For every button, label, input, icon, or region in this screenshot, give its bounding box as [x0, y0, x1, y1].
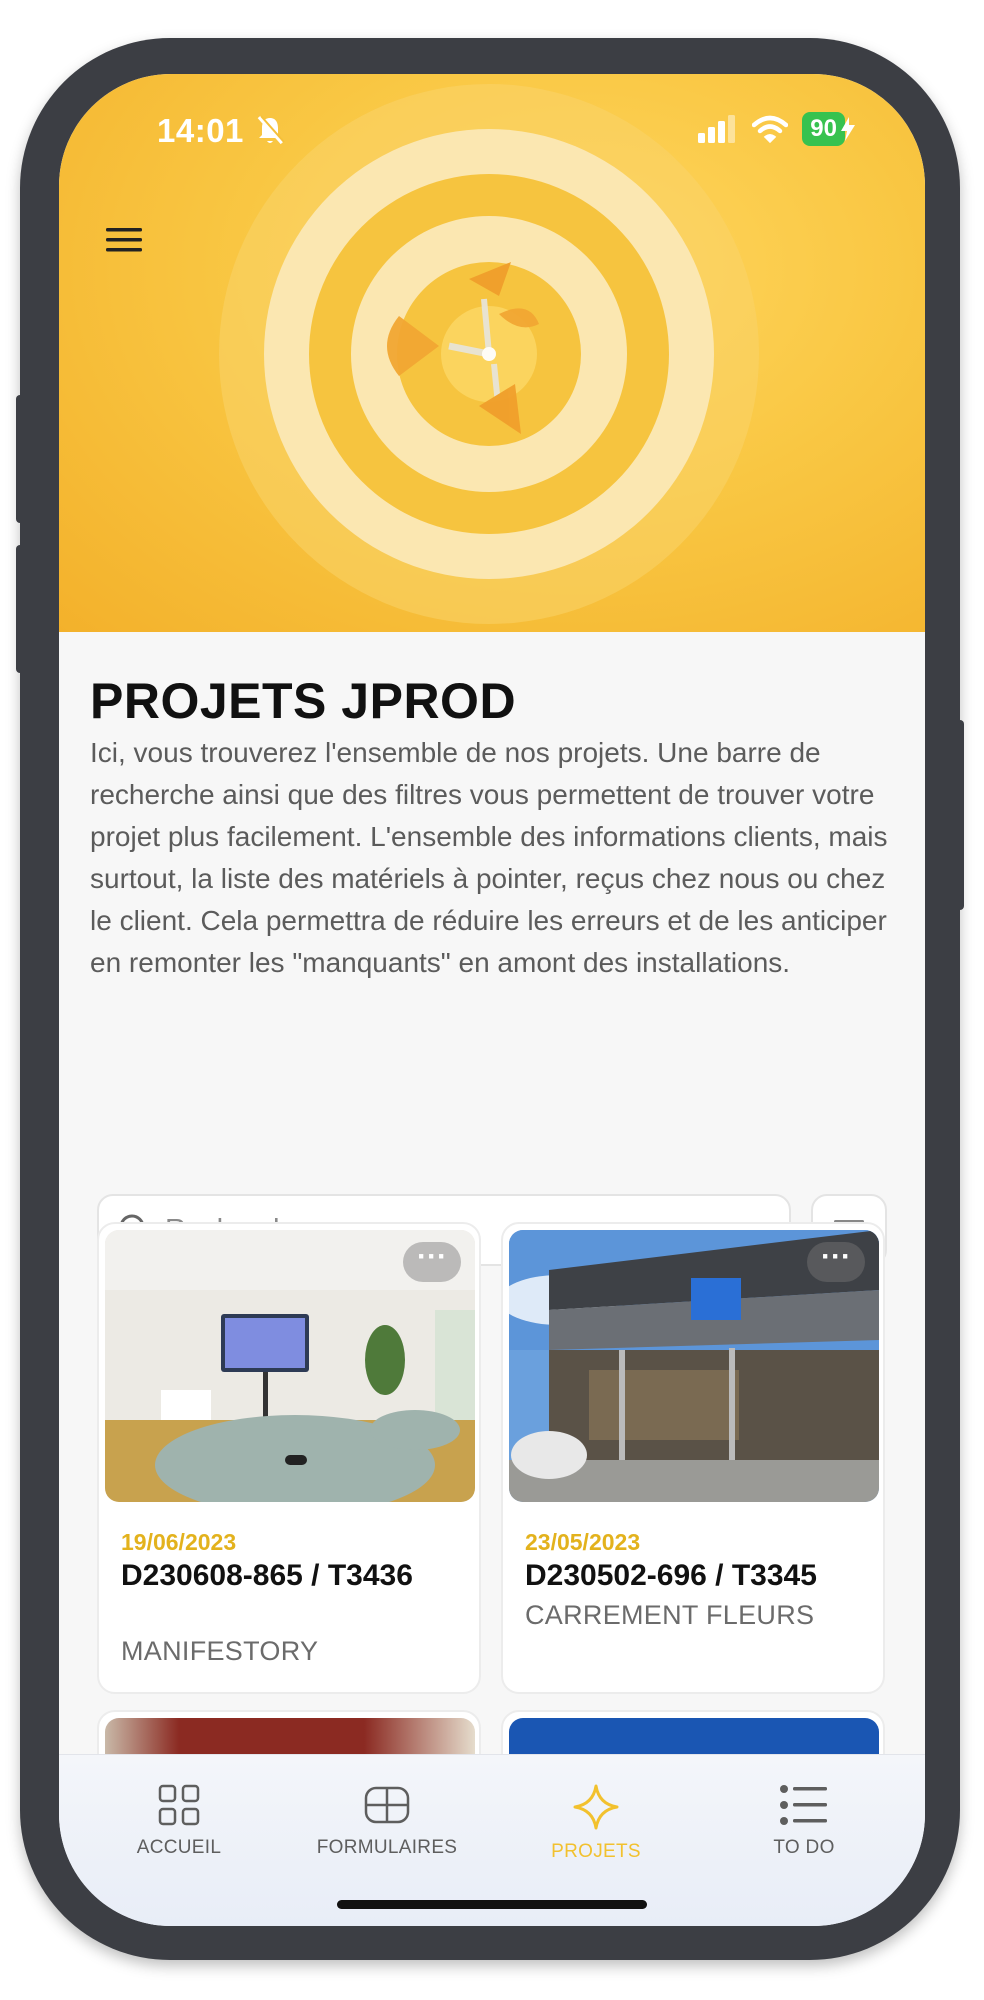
tab-label: FORMULAIRES [316, 1837, 458, 1858]
home-indicator [337, 1900, 647, 1909]
tab-accueil[interactable]: ACCUEIL [79, 1783, 279, 1859]
project-client: CARREMENT FLEURS [525, 1600, 815, 1630]
power-button [956, 720, 964, 910]
project-photo: ··· [509, 1230, 879, 1502]
card-menu-button[interactable]: ··· [807, 1242, 865, 1282]
page-title: PROJETS JPROD [90, 673, 517, 729]
page-description: Ici, vous trouverez l'ensemble de nos pr… [90, 737, 888, 978]
form-icon [364, 1786, 410, 1824]
status-indicators: 90 [698, 112, 855, 146]
tab-todo[interactable]: TO DO [704, 1783, 904, 1859]
status-time: 14:01 [157, 112, 244, 149]
tab-label: ACCUEIL [136, 1837, 222, 1858]
charging-icon [841, 117, 855, 141]
card-menu-button[interactable]: ··· [403, 1242, 461, 1282]
mute-switch [16, 395, 24, 523]
hero-banner: 14:01 90 [59, 74, 925, 632]
project-client: MANIFESTORY [121, 1636, 319, 1666]
signal-icon [698, 115, 736, 143]
tab-label: PROJETS [551, 1841, 641, 1862]
project-reference: D230608-865 / T3436 [121, 1559, 413, 1592]
list-icon [780, 1785, 827, 1825]
project-card[interactable]: ··· 19/06/2023 D230608-865 / T3436 MANIF… [97, 1222, 481, 1694]
tab-formulaires[interactable]: FORMULAIRES [287, 1783, 487, 1859]
grid-icon [158, 1784, 200, 1826]
wifi-icon [752, 115, 789, 143]
app-screen: 14:01 90 PROJETS JPROD Ici, vous trouver… [59, 74, 925, 1926]
project-photo: ··· [105, 1230, 475, 1502]
project-card[interactable]: ··· 23/05/2023 D230502-696 / T3345 CARRE… [501, 1222, 885, 1694]
tab-projets[interactable]: PROJETS [496, 1783, 696, 1863]
target-illustration [219, 84, 759, 624]
menu-icon[interactable] [104, 226, 146, 256]
volume-button [16, 545, 24, 673]
project-reference: D230502-696 / T3345 [525, 1559, 817, 1592]
project-date: 23/05/2023 [525, 1529, 641, 1555]
project-date: 19/06/2023 [121, 1529, 237, 1555]
bell-muted-icon [257, 115, 285, 145]
tab-label: TO DO [773, 1837, 835, 1858]
battery-indicator: 90 [802, 112, 845, 146]
sparkle-icon [573, 1784, 619, 1830]
